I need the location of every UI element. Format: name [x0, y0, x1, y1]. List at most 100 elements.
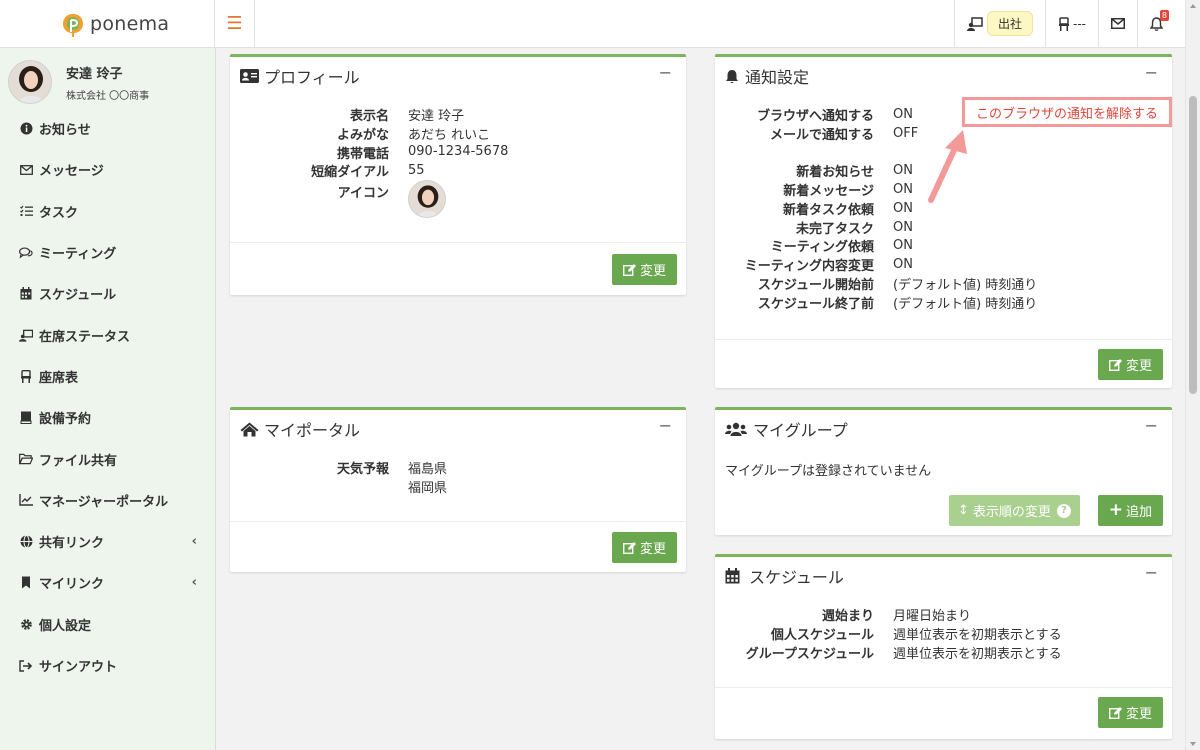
schedule-card: スケジュール − 週始まり 月曜日始まり 個人スケジュール 週単位表示を初期表示とす…: [715, 554, 1172, 739]
sidebar-item-settings[interactable]: 個人設定: [0, 604, 215, 645]
sidebar-item-seating[interactable]: 座席表: [0, 356, 215, 397]
profile-key: アイコン: [337, 186, 389, 202]
sidebar-item-label: 座席表: [39, 370, 79, 386]
brand[interactable]: ponema: [0, 0, 215, 48]
portal-edit-button[interactable]: 変更: [611, 532, 677, 563]
portal-edit-label: 変更: [639, 542, 666, 557]
notification-button[interactable]: 8: [1137, 0, 1185, 48]
envelope-icon: [1111, 18, 1125, 29]
collapse-button[interactable]: −: [1145, 416, 1158, 435]
presence-icon: [966, 16, 983, 31]
notification-key: 未完了タスク: [795, 221, 874, 237]
sidebar-item-label: 個人設定: [39, 618, 92, 634]
notification-edit-button[interactable]: 変更: [1097, 349, 1163, 380]
bell-icon: [725, 68, 741, 84]
folder-icon: [19, 452, 33, 466]
sidebar-item-tasks[interactable]: タスク: [0, 191, 215, 232]
sidebar-item-schedule[interactable]: スケジュール: [0, 273, 215, 314]
sidebar: 安達 玲子 株式会社 〇〇商事 お知らせ メッセージ タスク ミーティング スケ…: [0, 48, 216, 750]
sidebar-item-files[interactable]: ファイル共有: [0, 438, 215, 479]
notification-card-title: 通知設定: [745, 68, 810, 87]
edit-icon: [1108, 706, 1122, 719]
notification-details: ブラウザへ通知する ON メールで通知する OFF 新着お知らせ ON 新着メッセージ…: [715, 105, 1038, 312]
sidebar-item-meetings[interactable]: ミーティング: [0, 232, 215, 273]
collapse-button[interactable]: −: [659, 63, 672, 82]
reorder-label: 表示順の変更: [972, 505, 1051, 520]
calendar-icon: [725, 568, 745, 584]
info-circle-icon: [19, 122, 33, 136]
notification-key: スケジュール開始前: [757, 278, 874, 294]
attendance-status-button[interactable]: 出社: [953, 0, 1045, 48]
sidebar-item-label: 在席ステータス: [39, 329, 131, 345]
disable-browser-notification-link[interactable]: このブラウザの通知を解除する: [962, 97, 1172, 127]
collapse-button[interactable]: −: [1145, 63, 1158, 82]
weather-value: 福岡県: [408, 480, 448, 496]
notification-key: 新着メッセージ: [783, 184, 874, 200]
comments-icon: [19, 246, 33, 260]
profile-edit-button[interactable]: 変更: [611, 254, 677, 285]
user-profile[interactable]: 安達 玲子 株式会社 〇〇商事: [0, 48, 215, 106]
scroll-up-icon[interactable]: [1190, 4, 1196, 8]
schedule-card-title: スケジュール: [749, 568, 844, 587]
sidebar-item-facility[interactable]: 設備予約: [0, 397, 215, 438]
profile-card-header: プロフィール −: [230, 57, 686, 95]
notification-key: ミーティング依頼: [770, 240, 874, 256]
attendance-status-badge: 出社: [986, 11, 1033, 36]
user-company: 株式会社 〇〇商事: [66, 90, 150, 102]
chevron-left-icon[interactable]: ‹: [192, 575, 197, 590]
collapse-button[interactable]: −: [659, 416, 672, 435]
chevron-left-icon[interactable]: ‹: [192, 534, 197, 549]
profile-edit-label: 変更: [639, 264, 666, 279]
schedule-edit-label: 変更: [1125, 707, 1152, 722]
sidebar-nav: お知らせ メッセージ タスク ミーティング スケジュール 在席ステータス 座席表…: [0, 108, 215, 686]
notification-key: メールで通知する: [769, 127, 874, 143]
notification-value: (デフォルト値) 時刻通り: [893, 296, 1038, 312]
seat-button[interactable]: ---: [1045, 0, 1098, 48]
schedule-details: 週始まり 月曜日始まり 個人スケジュール 週単位表示を初期表示とする グループスケジ…: [715, 605, 1062, 662]
top-bar: ponema ☰ 出社 --- 8: [0, 0, 1185, 48]
notification-key: ブラウザへ通知する: [756, 108, 874, 124]
schedule-key: 週始まり: [821, 608, 874, 624]
scroll-thumb[interactable]: [1189, 96, 1197, 394]
notification-count-badge: 8: [1159, 9, 1169, 21]
profile-details: 表示名 安達 玲子 よみがな あだち れいこ 携帯電話 090-1234-5678 短…: [230, 105, 508, 220]
sidebar-item-messages[interactable]: メッセージ: [0, 149, 215, 190]
edit-icon: [622, 263, 636, 276]
notification-key: 新着タスク依頼: [782, 202, 874, 218]
user-name: 安達 玲子: [66, 66, 123, 82]
menu-toggle-icon[interactable]: ☰: [215, 0, 255, 48]
message-button[interactable]: [1098, 0, 1137, 48]
schedule-card-header: スケジュール −: [715, 557, 1172, 595]
schedule-value: 週単位表示を初期表示とする: [893, 646, 1062, 662]
help-icon[interactable]: ?: [1056, 503, 1071, 518]
collapse-button[interactable]: −: [1145, 563, 1158, 582]
group-add-button[interactable]: + 追加: [1097, 495, 1163, 526]
profile-avatar: [408, 180, 446, 219]
schedule-card-footer: 変更: [715, 687, 1172, 739]
weather-value: 福島県: [408, 461, 448, 477]
sidebar-item-my-links[interactable]: マイリンク ‹: [0, 562, 215, 603]
reorder-button[interactable]: ↕ 表示順の変更 ?: [949, 495, 1080, 526]
schedule-key: グループスケジュール: [745, 646, 874, 662]
sidebar-item-label: 共有リンク: [39, 536, 105, 552]
sidebar-item-label: 設備予約: [39, 412, 92, 428]
sidebar-item-presence[interactable]: 在席ステータス: [0, 314, 215, 355]
bookmark-icon: [19, 576, 33, 590]
notification-value: ON: [893, 106, 913, 122]
sidebar-item-manager-portal[interactable]: マネージャーポータル: [0, 480, 215, 521]
presence-icon: [19, 328, 33, 342]
portal-card-title: マイポータル: [264, 421, 361, 440]
page-scrollbar[interactable]: [1185, 0, 1200, 750]
seat-label: ---: [1073, 16, 1086, 31]
sidebar-item-sign-out[interactable]: サインアウト: [0, 645, 215, 686]
sidebar-item-label: タスク: [39, 205, 79, 221]
schedule-edit-button[interactable]: 変更: [1097, 697, 1163, 728]
id-card-icon: [240, 68, 260, 84]
scroll-down-icon[interactable]: [1190, 742, 1196, 746]
sidebar-item-label: マネージャーポータル: [39, 494, 169, 510]
notification-value: (デフォルト値) 時刻通り: [893, 278, 1038, 294]
sidebar-item-shared-links[interactable]: 共有リンク ‹: [0, 521, 215, 562]
edit-icon: [622, 541, 636, 554]
sidebar-item-label: ファイル共有: [39, 453, 118, 469]
sidebar-item-notices[interactable]: お知らせ: [0, 108, 215, 149]
